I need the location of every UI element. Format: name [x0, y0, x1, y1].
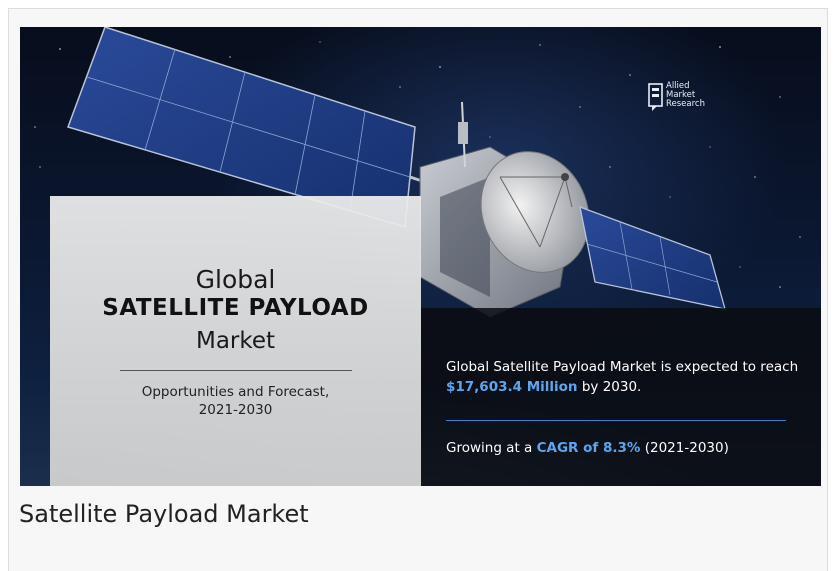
title-satellite-payload: SATELLITE PAYLOAD	[102, 295, 369, 321]
image-caption: Satellite Payload Market	[19, 500, 309, 528]
stat-cagr-value: CAGR of 8.3%	[536, 440, 641, 456]
solar-panel-right	[579, 205, 726, 310]
title-market: Market	[195, 328, 276, 354]
subtitle-line-2: 2021-2030	[198, 402, 273, 418]
stat-market-size-suffix: by 2030.	[577, 379, 642, 395]
title-panel: Global SATELLITE PAYLOAD Market Opportun…	[50, 196, 421, 486]
logo-word-3: Research	[666, 99, 705, 109]
stat-market-size-value: $17,603.4 Million	[446, 379, 578, 395]
stat-market-size: Global Satellite Payload Market is expec…	[446, 357, 806, 397]
stats-divider	[446, 420, 786, 421]
stat-cagr: Growing at a CAGR of 8.3% (2021-2030)	[446, 438, 806, 458]
allied-market-research-logo: Allied Market Research	[648, 82, 705, 117]
subtitle-line-1: Opportunities and Forecast,	[141, 384, 330, 400]
stats-panel: Global Satellite Payload Market is expec…	[421, 308, 821, 486]
title-subtitle: Opportunities and Forecast, 2021-2030	[50, 383, 421, 419]
title-global: Global	[195, 265, 276, 294]
logo-mark-icon	[648, 83, 663, 111]
title-divider	[120, 370, 352, 371]
market-banner-image: Allied Market Research Global SATELLITE …	[20, 27, 821, 486]
stat-cagr-suffix: (2021-2030)	[640, 440, 729, 456]
stat-market-size-prefix: Global Satellite Payload Market is expec…	[446, 359, 799, 375]
stat-cagr-prefix: Growing at a	[446, 440, 537, 456]
